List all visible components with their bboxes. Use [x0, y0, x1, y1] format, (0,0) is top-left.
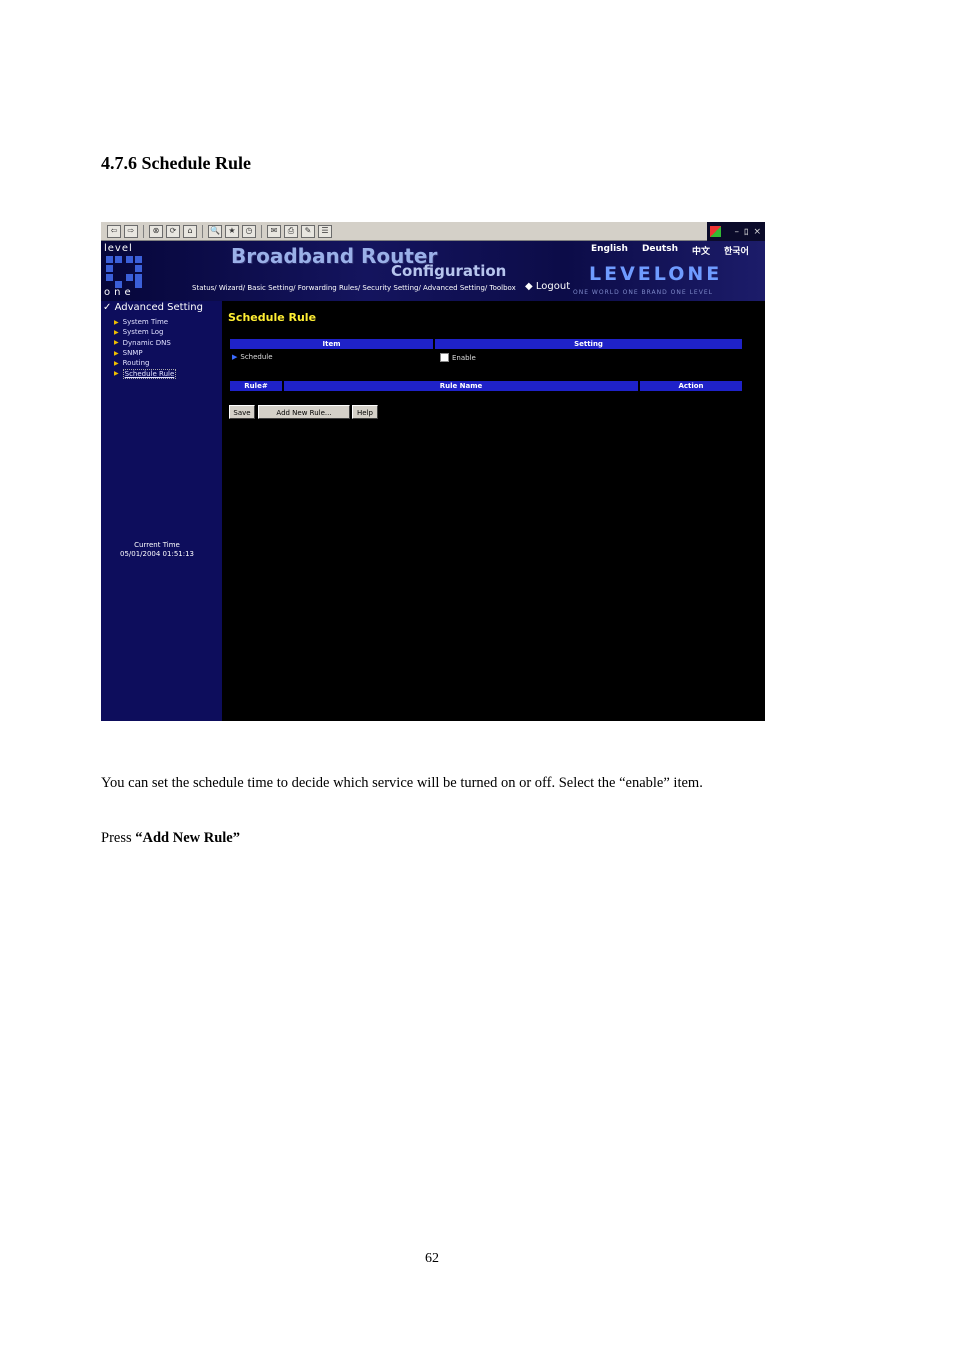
- minimize-icon[interactable]: –: [734, 227, 739, 237]
- enable-label: Enable: [452, 353, 476, 362]
- schedule-item-label: Schedule: [240, 353, 273, 361]
- current-time: Current Time 05/01/2004 01:51:13: [101, 541, 213, 559]
- arrow-icon: ▶: [114, 339, 119, 347]
- enable-checkbox[interactable]: [440, 353, 449, 362]
- current-time-value: 05/01/2004 01:51:13: [119, 550, 194, 558]
- sidebar-title-label: Advanced Setting: [114, 302, 203, 313]
- sidebar-item-label: System Log: [122, 328, 164, 337]
- sidebar-item-schedule-rule[interactable]: ▶ Schedule Rule: [114, 368, 177, 379]
- sidebar-menu: ▶ System Time ▶ System Log ▶ Dynamic DNS ▶ S…: [114, 317, 177, 379]
- press-bold: “Add New Rule”: [135, 830, 240, 846]
- lang-deutsh-link[interactable]: Deutsh: [642, 244, 678, 257]
- home-icon[interactable]: ⌂: [183, 224, 197, 238]
- arrow-icon: ▶: [114, 349, 119, 357]
- toolbar-divider: [202, 224, 203, 238]
- levelone-logo: level one: [104, 243, 146, 299]
- body-paragraph: You can set the schedule time to decide …: [101, 775, 703, 791]
- help-button[interactable]: Help: [352, 405, 378, 419]
- press-instruction: Press “Add New Rule”: [101, 830, 240, 847]
- brand-tagline: ONE WORLD ONE BRAND ONE LEVEL: [573, 289, 713, 296]
- press-prefix: Press: [101, 830, 136, 846]
- lang-korean-link[interactable]: 한국어: [724, 244, 749, 257]
- close-icon[interactable]: ×: [753, 227, 761, 237]
- window-controls: – ﾛ ×: [707, 222, 765, 241]
- checkmark-icon: ✓: [103, 302, 112, 313]
- logo-block-icon: [106, 256, 142, 288]
- levelone-brandmark: LEVELONE: [589, 263, 723, 285]
- table-header-rule-name: Rule Name: [284, 381, 638, 391]
- table-header-rule-number: Rule#: [230, 381, 282, 391]
- page-number: 62: [425, 1251, 439, 1266]
- brand-subtitle: Configuration: [391, 262, 507, 280]
- language-selector: English Deutsh 中文 한국어: [591, 244, 749, 257]
- logout-label: Logout: [535, 281, 571, 292]
- save-button[interactable]: Save: [229, 405, 255, 419]
- table-header-action: Action: [640, 381, 742, 391]
- stop-icon[interactable]: ⊗: [149, 224, 163, 238]
- sidebar-item-system-log[interactable]: ▶ System Log: [114, 327, 176, 337]
- add-new-rule-button[interactable]: Add New Rule...: [258, 405, 350, 419]
- logo-bottom-text: one: [104, 287, 135, 298]
- arrow-icon: ▶: [232, 353, 238, 361]
- page-title: Schedule Rule: [228, 311, 317, 324]
- history-icon[interactable]: ◷: [242, 224, 256, 238]
- sidebar-item-routing[interactable]: ▶ Routing: [114, 358, 176, 368]
- arrow-icon: ▶: [114, 318, 119, 326]
- sidebar-item-label: Routing: [122, 359, 150, 368]
- sidebar-title: ✓ Advanced Setting: [103, 302, 203, 313]
- mail-icon[interactable]: ✉: [267, 224, 281, 238]
- arrow-icon: ▶: [114, 328, 119, 336]
- back-icon[interactable]: ⇦: [107, 224, 121, 238]
- sidebar-item-label: System Time: [122, 318, 169, 327]
- sidebar-item-label: SNMP: [122, 349, 143, 358]
- edit-icon[interactable]: ✎: [301, 224, 315, 238]
- current-time-label: Current Time: [134, 541, 180, 549]
- toolbar-divider: [261, 224, 262, 238]
- print-icon[interactable]: ⎙: [284, 224, 298, 238]
- search-icon[interactable]: 🔍: [208, 224, 222, 238]
- sidebar-item-dynamic-dns[interactable]: ▶ Dynamic DNS: [114, 338, 176, 348]
- lang-chinese-link[interactable]: 中文: [692, 244, 710, 257]
- browser-toolbar: ⇦ ⇨ ⊗ ⟳ ⌂ 🔍 ★ ◷ ✉ ⎙ ✎ ☰: [101, 222, 707, 241]
- restore-icon[interactable]: ﾛ: [744, 225, 749, 238]
- windows-logo-icon: [710, 226, 722, 237]
- sidebar-item-system-time[interactable]: ▶ System Time: [114, 317, 176, 327]
- lang-english-link[interactable]: English: [591, 244, 628, 257]
- sidebar-item-snmp[interactable]: ▶ SNMP: [114, 348, 176, 358]
- table-header-item: Item: [230, 339, 433, 349]
- logout-link[interactable]: ◆ Logout: [525, 281, 570, 292]
- sidebar-item-label: Schedule Rule: [122, 368, 177, 379]
- sidebar: ✓ Advanced Setting ▶ System Time ▶ System …: [101, 301, 222, 721]
- toolbar-divider: [143, 224, 144, 238]
- schedule-row-label: ▶ Schedule: [232, 353, 273, 361]
- enable-row: Enable: [440, 353, 476, 362]
- top-navigation[interactable]: Status/ Wizard/ Basic Setting/ Forwardin…: [192, 284, 516, 292]
- forward-icon[interactable]: ⇨: [124, 224, 138, 238]
- logo-top-text: level: [104, 243, 133, 254]
- discuss-icon[interactable]: ☰: [318, 224, 332, 238]
- table-header-setting: Setting: [435, 339, 742, 349]
- main-panel: Schedule Rule Item Setting ▶ Schedule En…: [222, 301, 765, 721]
- router-header: level one Broadband Router Configuration…: [101, 241, 765, 301]
- refresh-icon[interactable]: ⟳: [166, 224, 180, 238]
- diamond-icon: ◆: [525, 281, 533, 292]
- favorites-icon[interactable]: ★: [225, 224, 239, 238]
- arrow-icon: ▶: [114, 370, 119, 378]
- router-screenshot: ⇦ ⇨ ⊗ ⟳ ⌂ 🔍 ★ ◷ ✉ ⎙ ✎ ☰ – ﾛ × level one …: [101, 222, 765, 721]
- arrow-icon: ▶: [114, 359, 119, 367]
- section-heading: 4.7.6 Schedule Rule: [101, 153, 252, 173]
- sidebar-item-label: Dynamic DNS: [122, 338, 171, 347]
